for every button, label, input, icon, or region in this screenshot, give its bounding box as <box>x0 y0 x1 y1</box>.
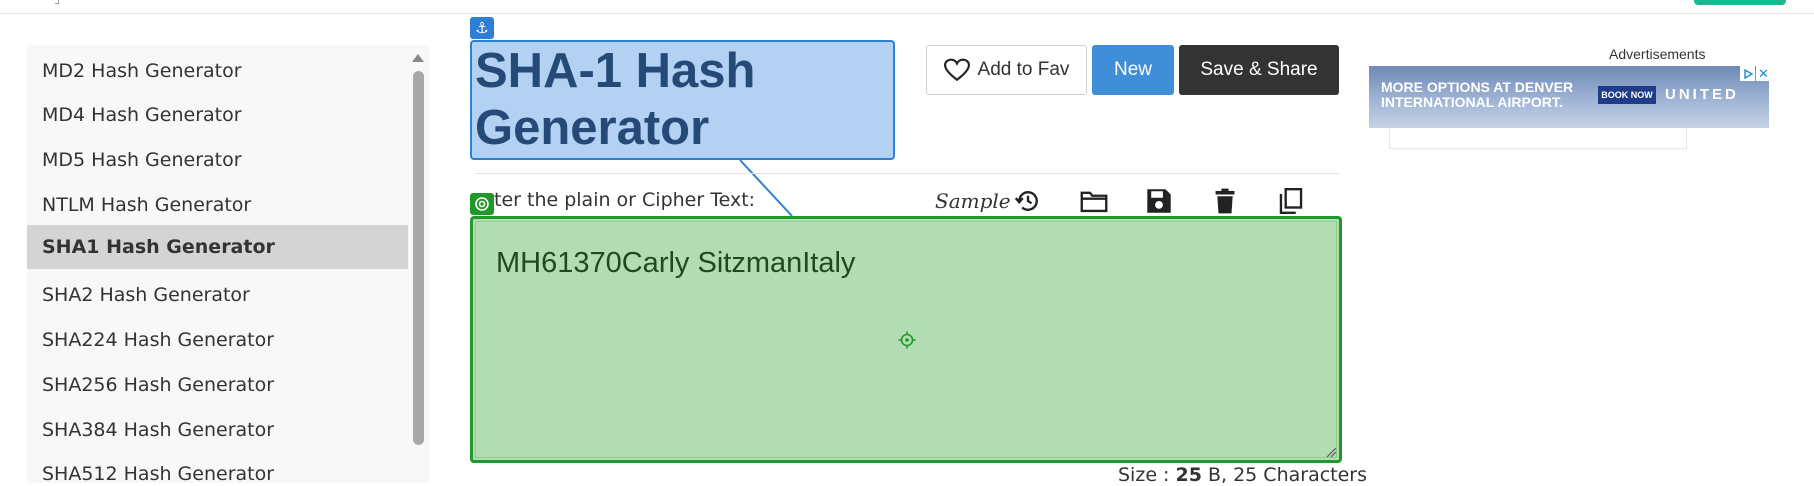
save-and-share-label: Save & Share <box>1200 59 1318 80</box>
header-mark <box>55 0 59 4</box>
add-to-fav-button[interactable]: Add to Fav <box>926 45 1087 95</box>
sidebar-item-label: SHA384 Hash Generator <box>42 419 275 441</box>
open-folder-icon[interactable] <box>1079 186 1109 216</box>
ad-headline: MORE OPTIONS AT DENVER INTERNATIONAL AIR… <box>1381 80 1573 110</box>
header-accent-button[interactable] <box>1694 0 1786 5</box>
new-label: New <box>1113 59 1152 80</box>
sidebar-item-label: MD5 Hash Generator <box>42 149 242 171</box>
sidebar-item-sha1[interactable]: SHA1 Hash Generator <box>27 225 408 269</box>
input-label: ter the plain or Cipher Text: <box>494 189 756 211</box>
anchor-icon: ⚓ <box>470 17 494 39</box>
sidebar: MD2 Hash Generator MD4 Hash Generator MD… <box>27 45 430 483</box>
sidebar-item-sha2[interactable]: SHA2 Hash Generator <box>27 273 408 317</box>
ad-banner[interactable]: MORE OPTIONS AT DENVER INTERNATIONAL AIR… <box>1369 66 1769 128</box>
ad-brand-logo: UNITED <box>1665 86 1739 103</box>
ad-book-now-button[interactable]: BOOK NOW <box>1598 86 1656 104</box>
header-divider <box>0 13 1814 14</box>
sidebar-item-sha384[interactable]: SHA384 Hash Generator <box>27 408 408 452</box>
sample-link[interactable]: Sample <box>935 189 1011 213</box>
new-button[interactable]: New <box>1092 45 1174 95</box>
ad-choices-icon[interactable] <box>1740 66 1755 81</box>
page-title: SHA-1 Hash Generator <box>475 44 756 155</box>
sidebar-item-md5[interactable]: MD5 Hash Generator <box>27 138 408 182</box>
plain-text-value: MH61370Carly SitzmanItaly <box>496 247 856 279</box>
sidebar-item-ntlm[interactable]: NTLM Hash Generator <box>27 183 408 227</box>
sidebar-item-label: SHA256 Hash Generator <box>42 374 275 396</box>
delete-icon[interactable] <box>1210 186 1240 216</box>
sidebar-item-sha512[interactable]: SHA512 Hash Generator <box>27 452 408 483</box>
sidebar-item-label: NTLM Hash Generator <box>42 194 252 216</box>
save-and-share-button[interactable]: Save & Share <box>1179 45 1339 95</box>
sidebar-item-label: SHA2 Hash Generator <box>42 284 250 306</box>
sidebar-item-sha224[interactable]: SHA224 Hash Generator <box>27 318 408 362</box>
sidebar-item-sha256[interactable]: SHA256 Hash Generator <box>27 363 408 407</box>
sidebar-scrollbar-thumb[interactable] <box>413 71 424 445</box>
ad-close-icon[interactable]: ✕ <box>1756 66 1771 81</box>
sidebar-item-label: SHA1 Hash Generator <box>42 236 275 258</box>
add-to-fav-label: Add to Fav <box>977 59 1070 80</box>
resize-grip-icon[interactable] <box>1325 446 1337 458</box>
sidebar-item-label: MD2 Hash Generator <box>42 60 242 82</box>
crosshair-icon <box>898 331 916 349</box>
section-divider <box>475 173 1339 174</box>
target-icon <box>470 193 494 215</box>
ad-headline-line2: INTERNATIONAL AIRPORT. <box>1381 94 1563 110</box>
sidebar-item-md4[interactable]: MD4 Hash Generator <box>27 93 408 137</box>
sidebar-item-label: MD4 Hash Generator <box>42 104 242 126</box>
save-icon[interactable] <box>1144 186 1174 216</box>
ad-headline-line1: MORE OPTIONS AT DENVER <box>1381 79 1574 95</box>
sidebar-item-label: SHA512 Hash Generator <box>42 463 275 483</box>
copy-icon[interactable] <box>1276 186 1306 216</box>
sidebar-item-label: SHA224 Hash Generator <box>42 329 275 351</box>
history-icon[interactable] <box>1013 186 1043 216</box>
scroll-up-arrow-icon[interactable] <box>412 54 424 62</box>
heart-icon <box>943 58 970 82</box>
advertisements-label: Advertisements <box>1609 46 1706 62</box>
sidebar-item-md2[interactable]: MD2 Hash Generator <box>27 49 408 93</box>
